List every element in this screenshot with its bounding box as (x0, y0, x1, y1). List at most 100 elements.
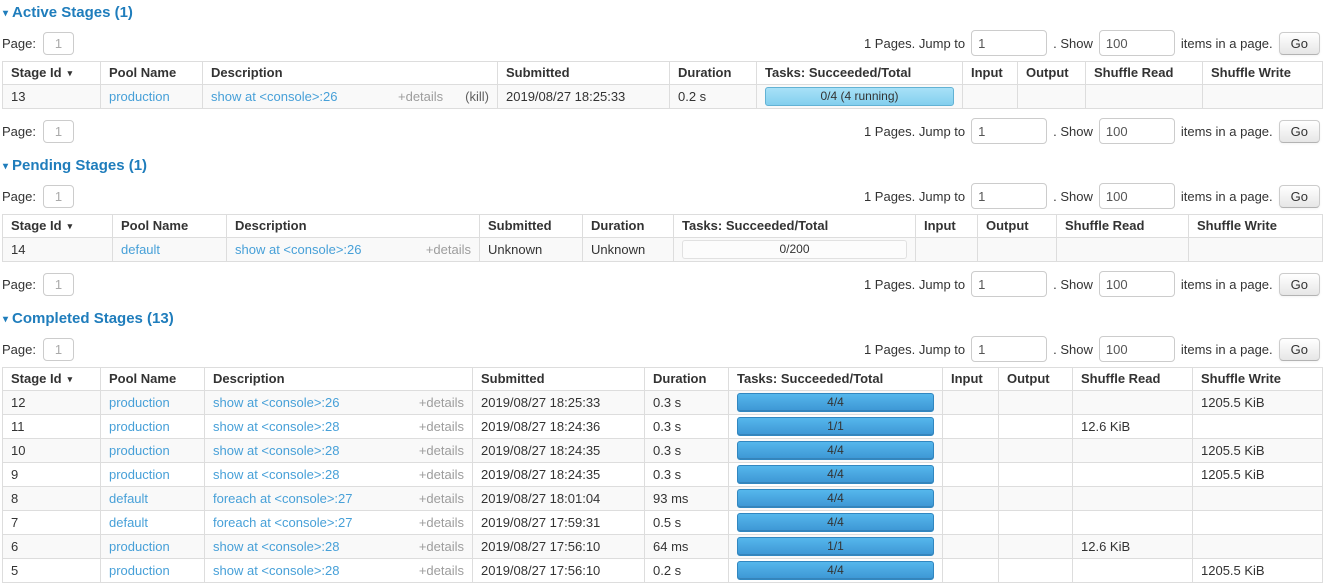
details-toggle-link[interactable]: +details (426, 242, 471, 257)
completed-stages-header[interactable]: ▾Completed Stages (13) (3, 310, 1322, 327)
pending-stages-section: ▾Pending Stages (1) Page: 1 Pages. Jump … (2, 157, 1322, 297)
kill-stage-link[interactable]: (kill) (465, 89, 489, 104)
shuffle-read-cell (1073, 487, 1193, 511)
pool-name-cell: default (113, 238, 227, 262)
column-header-pool-name[interactable]: Pool Name (101, 62, 203, 85)
column-header-input[interactable]: Input (916, 215, 978, 238)
column-header-shuffle-read[interactable]: Shuffle Read (1086, 62, 1203, 85)
page-number-input[interactable] (43, 338, 74, 361)
column-header-duration[interactable]: Duration (670, 62, 757, 85)
column-header-submitted[interactable]: Submitted (473, 368, 645, 391)
pending-stages-table: Stage Id▾Pool NameDescriptionSubmittedDu… (2, 214, 1323, 262)
pool-name-link[interactable]: default (109, 491, 148, 506)
stage-description-link[interactable]: show at <console>:28 (213, 419, 339, 434)
items-per-page-input[interactable] (1099, 271, 1175, 297)
page-number-input[interactable] (43, 273, 74, 296)
go-button[interactable]: Go (1279, 338, 1320, 361)
go-button[interactable]: Go (1279, 120, 1320, 143)
stage-description-link[interactable]: show at <console>:28 (213, 539, 339, 554)
items-per-page-input[interactable] (1099, 336, 1175, 362)
column-header-description[interactable]: Description (203, 62, 498, 85)
column-header-input[interactable]: Input (963, 62, 1018, 85)
stage-row: 5production+detailsshow at <console>:282… (3, 559, 1323, 583)
column-header-tasks-succeeded-total[interactable]: Tasks: Succeeded/Total (757, 62, 963, 85)
submitted-cell: 2019/08/27 18:24:36 (473, 415, 645, 439)
tasks-progress-bar: 4/4 (737, 465, 934, 484)
items-per-page-input[interactable] (1099, 30, 1175, 56)
jump-to-page-input[interactable] (971, 271, 1047, 297)
column-header-shuffle-read[interactable]: Shuffle Read (1057, 215, 1189, 238)
column-header-duration[interactable]: Duration (645, 368, 729, 391)
description-actions: +details (419, 539, 464, 555)
duration-cell: 0.3 s (645, 463, 729, 487)
jump-to-page-input[interactable] (971, 30, 1047, 56)
column-header-stage-id[interactable]: Stage Id▾ (3, 368, 101, 391)
jump-to-page-input[interactable] (971, 183, 1047, 209)
pool-name-link[interactable]: production (109, 443, 170, 458)
column-header-description[interactable]: Description (227, 215, 480, 238)
column-header-stage-id[interactable]: Stage Id▾ (3, 215, 113, 238)
column-header-shuffle-write[interactable]: Shuffle Write (1193, 368, 1323, 391)
go-button[interactable]: Go (1279, 185, 1320, 208)
details-toggle-link[interactable]: +details (419, 467, 464, 482)
details-toggle-link[interactable]: +details (419, 395, 464, 410)
details-toggle-link[interactable]: +details (419, 443, 464, 458)
column-header-shuffle-write[interactable]: Shuffle Write (1203, 62, 1323, 85)
column-header-output[interactable]: Output (1018, 62, 1086, 85)
pool-name-link[interactable]: default (109, 515, 148, 530)
page-label: Page: (2, 277, 36, 292)
column-header-description[interactable]: Description (205, 368, 473, 391)
page-number-input[interactable] (43, 32, 74, 55)
pool-name-link[interactable]: production (109, 395, 170, 410)
pool-name-link[interactable]: production (109, 467, 170, 482)
details-toggle-link[interactable]: +details (398, 89, 443, 104)
page-number-input[interactable] (43, 120, 74, 143)
column-header-shuffle-read[interactable]: Shuffle Read (1073, 368, 1193, 391)
column-header-output[interactable]: Output (978, 215, 1057, 238)
page-number-input[interactable] (43, 185, 74, 208)
column-header-submitted[interactable]: Submitted (498, 62, 670, 85)
pagination-row: Page: 1 Pages. Jump to . Show items in a… (2, 271, 1322, 297)
stage-description-link[interactable]: show at <console>:28 (213, 467, 339, 482)
column-header-pool-name[interactable]: Pool Name (113, 215, 227, 238)
pool-name-link[interactable]: production (109, 539, 170, 554)
pool-name-link[interactable]: production (109, 563, 170, 578)
column-header-pool-name[interactable]: Pool Name (101, 368, 205, 391)
stage-description-link[interactable]: show at <console>:26 (213, 395, 339, 410)
stage-description-link[interactable]: show at <console>:26 (211, 89, 337, 104)
column-header-submitted[interactable]: Submitted (480, 215, 583, 238)
pool-name-link[interactable]: production (109, 419, 170, 434)
sort-desc-icon: ▾ (68, 221, 73, 231)
active-stages-header[interactable]: ▾Active Stages (1) (3, 4, 1322, 21)
duration-cell: 64 ms (645, 535, 729, 559)
jump-to-page-input[interactable] (971, 118, 1047, 144)
go-button[interactable]: Go (1279, 32, 1320, 55)
details-toggle-link[interactable]: +details (419, 515, 464, 530)
stage-description-link[interactable]: show at <console>:28 (213, 563, 339, 578)
column-header-tasks-succeeded-total[interactable]: Tasks: Succeeded/Total (674, 215, 916, 238)
submitted-cell: 2019/08/27 18:25:33 (473, 391, 645, 415)
column-header-duration[interactable]: Duration (583, 215, 674, 238)
stage-description-link[interactable]: foreach at <console>:27 (213, 515, 353, 530)
details-toggle-link[interactable]: +details (419, 539, 464, 554)
jump-to-page-input[interactable] (971, 336, 1047, 362)
shuffle-write-cell (1193, 487, 1323, 511)
column-header-shuffle-write[interactable]: Shuffle Write (1189, 215, 1323, 238)
items-per-page-input[interactable] (1099, 118, 1175, 144)
stage-description-link[interactable]: foreach at <console>:27 (213, 491, 353, 506)
stage-description-link[interactable]: show at <console>:28 (213, 443, 339, 458)
pending-stages-header[interactable]: ▾Pending Stages (1) (3, 157, 1322, 174)
items-per-page-input[interactable] (1099, 183, 1175, 209)
column-header-tasks-succeeded-total[interactable]: Tasks: Succeeded/Total (729, 368, 943, 391)
column-header-input[interactable]: Input (943, 368, 999, 391)
stage-description-link[interactable]: show at <console>:26 (235, 242, 361, 257)
pool-name-link[interactable]: default (121, 242, 160, 257)
column-header-stage-id[interactable]: Stage Id▾ (3, 62, 101, 85)
details-toggle-link[interactable]: +details (419, 563, 464, 578)
details-toggle-link[interactable]: +details (419, 419, 464, 434)
go-button[interactable]: Go (1279, 273, 1320, 296)
column-header-output[interactable]: Output (999, 368, 1073, 391)
pool-name-cell: default (101, 487, 205, 511)
details-toggle-link[interactable]: +details (419, 491, 464, 506)
pool-name-link[interactable]: production (109, 89, 170, 104)
